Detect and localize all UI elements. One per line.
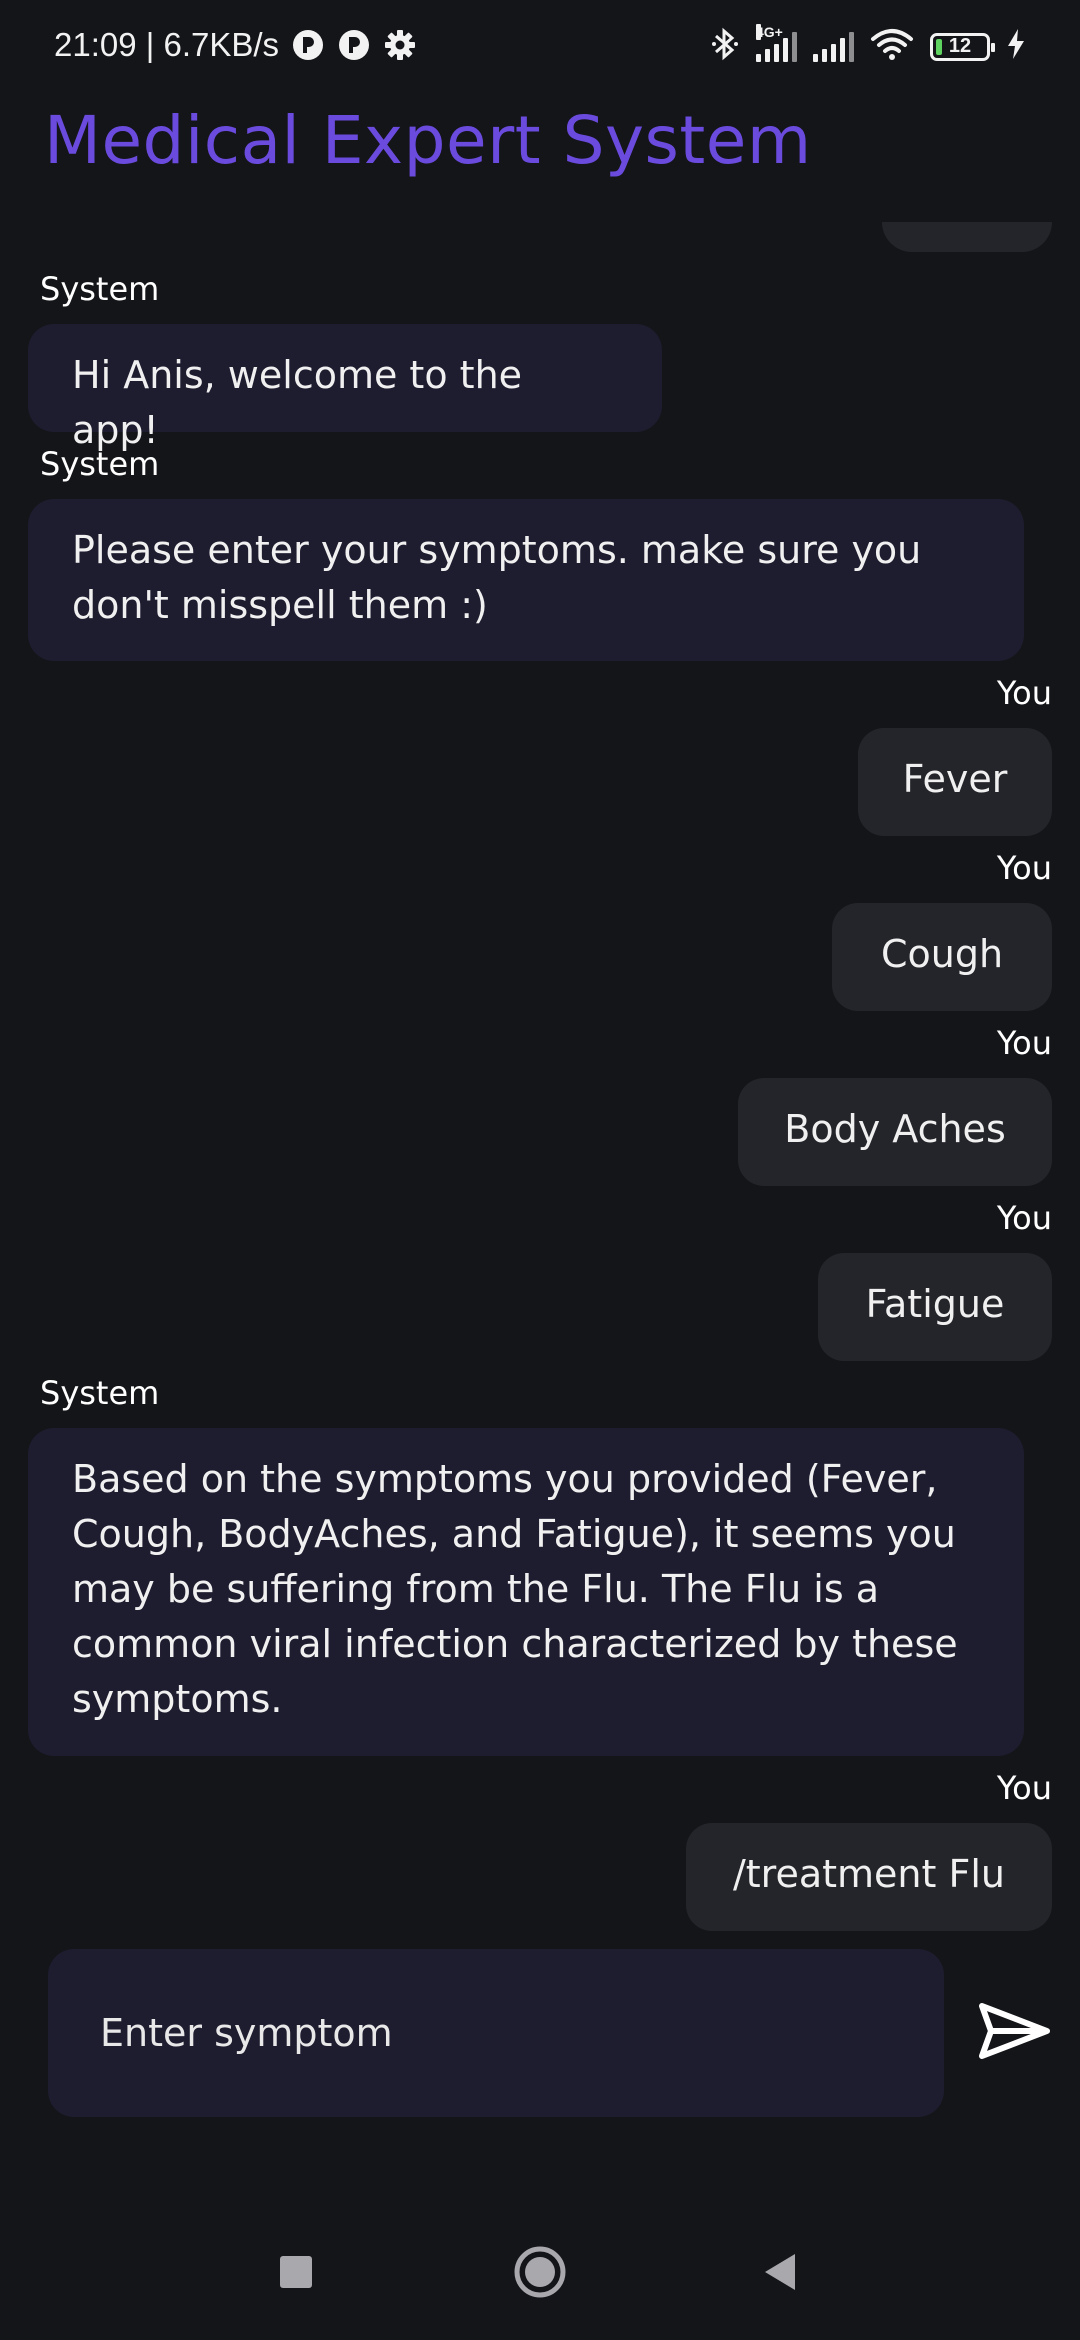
user-message-bubble: Fatigue (818, 1253, 1052, 1361)
user-message-bubble: Body Aches (738, 1078, 1052, 1186)
status-left: 21:09 | 6.7KB/s (54, 26, 417, 64)
back-triangle-icon (762, 2252, 798, 2296)
symptom-input[interactable] (98, 2010, 944, 2056)
system-nav-bar (0, 2220, 1080, 2340)
send-button[interactable] (972, 1990, 1058, 2076)
back-button[interactable] (740, 2234, 820, 2314)
battery-icon: 12 (930, 32, 995, 61)
user-message-bubble: Fever (858, 728, 1052, 836)
home-circle-icon (513, 2245, 567, 2303)
p-app-icon (337, 28, 371, 62)
user-message-bubble: Cough (832, 903, 1052, 1011)
message-sender: System (40, 1374, 160, 1412)
message-sender: You (996, 1769, 1052, 1807)
charging-icon (1006, 28, 1026, 65)
message-sender: You (996, 1024, 1052, 1062)
battery-level: 12 (948, 35, 972, 57)
system-message-bubble: Hi Anis, welcome to the app! (28, 324, 662, 452)
message-sender: You (996, 1199, 1052, 1237)
system-message-bubble: Please enter your symptoms. make sure yo… (28, 499, 1024, 661)
message-sender: System (40, 445, 160, 483)
symptom-input-container[interactable] (48, 1949, 944, 2117)
partial-message-bubble (882, 222, 1052, 252)
wifi-icon (870, 27, 914, 66)
message-sender: You (996, 674, 1052, 712)
status-time-speed: 21:09 | 6.7KB/s (54, 26, 280, 63)
chat-list[interactable]: System Hi Anis, welcome to the app! Syst… (0, 222, 1080, 1947)
page-title: Medical Expert System (44, 102, 812, 179)
p-app-icon (291, 28, 325, 62)
network-type: 4G+ (756, 23, 783, 40)
recents-button[interactable] (256, 2234, 336, 2314)
send-icon (977, 2001, 1053, 2065)
gear-icon (383, 28, 417, 62)
home-button[interactable] (500, 2234, 580, 2314)
system-message-bubble: Based on the symptoms you provided (Feve… (28, 1428, 1024, 1756)
bluetooth-icon (710, 26, 740, 67)
signal-icon: 4G+ (756, 23, 797, 62)
message-sender: You (996, 849, 1052, 887)
user-message-bubble: /treatment Flu (686, 1823, 1052, 1931)
battery-fill (936, 38, 942, 55)
status-bar: 21:09 | 6.7KB/s 4G+ 12 (0, 0, 1080, 96)
recents-square-icon (279, 2255, 313, 2293)
status-right: 4G+ 12 (710, 23, 1026, 67)
message-sender: System (40, 270, 160, 308)
signal-icon (813, 31, 854, 62)
